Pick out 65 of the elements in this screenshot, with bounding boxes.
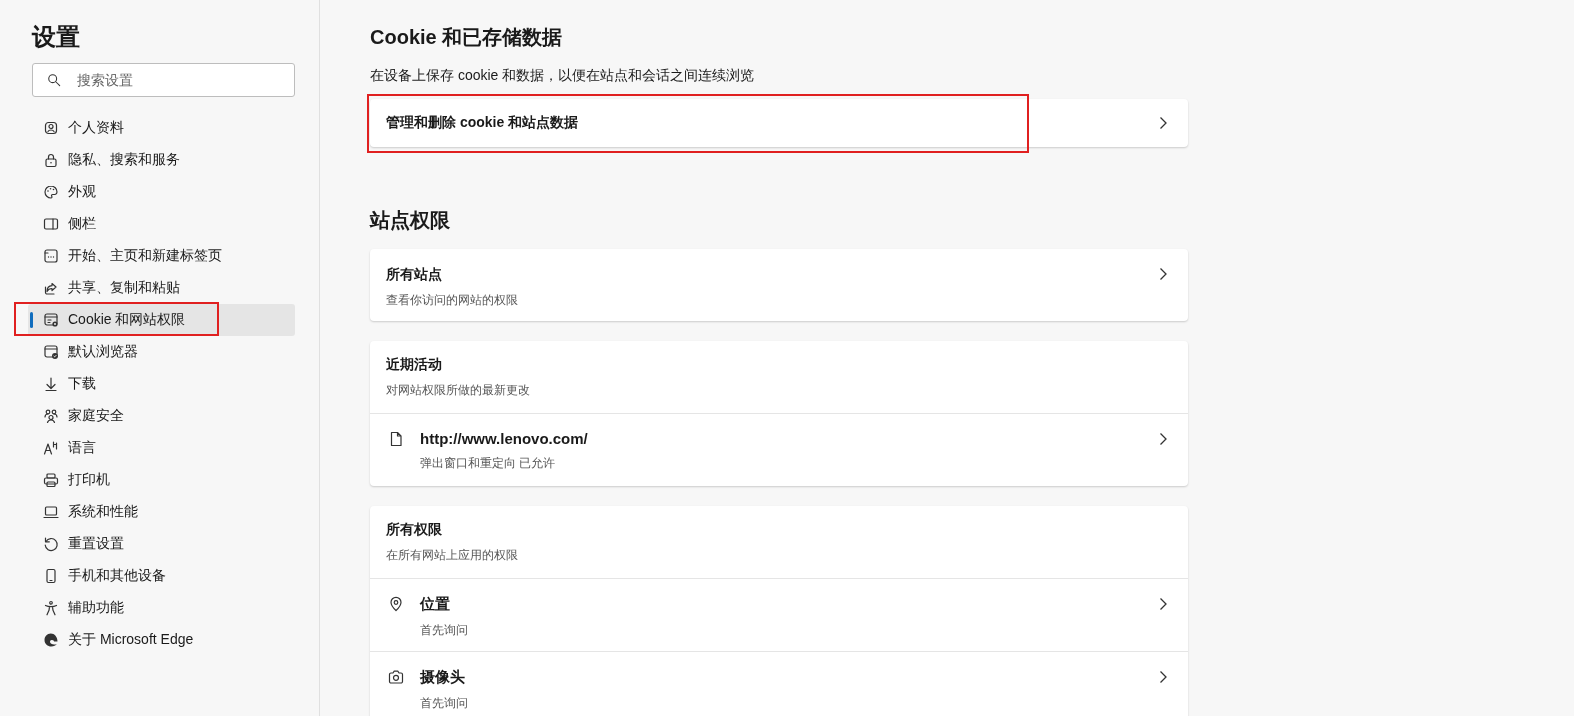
- share-icon: [43, 280, 59, 296]
- card-title: 所有权限: [386, 520, 443, 539]
- nav-item[interactable]: 打印机: [28, 464, 295, 496]
- nav-item[interactable]: 家庭安全: [28, 400, 295, 432]
- search-field[interactable]: 搜索设置: [32, 63, 295, 97]
- language-icon: [43, 440, 59, 456]
- nav-item[interactable]: 关于 Microsoft Edge: [28, 624, 295, 656]
- browser-check-icon: [43, 344, 59, 360]
- nav-item[interactable]: 系统和性能: [28, 496, 295, 528]
- section-description: 在设备上保存 cookie 和数据，以便在站点和会话之间连续浏览: [370, 67, 756, 85]
- printer-icon: [43, 472, 59, 488]
- card-subtitle: 对网站权限所做的最新更改: [386, 381, 531, 399]
- row-subtitle: 首先询问: [420, 622, 469, 639]
- manage-cookies-row[interactable]: 管理和删除 cookie 和站点数据: [370, 99, 1188, 147]
- card-title: 所有站点: [386, 266, 443, 284]
- card-subtitle: 在所有网站上应用的权限: [386, 546, 519, 564]
- page-icon: [388, 431, 404, 447]
- nav-item[interactable]: 隐私、搜索和服务: [28, 144, 295, 176]
- location-pin-icon: [388, 596, 404, 612]
- phone-icon: [43, 568, 59, 584]
- row-subtitle: 首先询问: [420, 695, 469, 712]
- download-icon: [43, 376, 59, 392]
- lock-icon: [43, 152, 59, 168]
- nav-item[interactable]: 辅助功能: [28, 592, 295, 624]
- nav-item[interactable]: 默认浏览器: [28, 336, 295, 368]
- chevron-right-icon: [1158, 267, 1168, 281]
- section-heading: 站点权限: [370, 208, 451, 233]
- reset-icon: [43, 536, 59, 552]
- nav-item[interactable]: 个人资料: [28, 112, 295, 144]
- profile-icon: [43, 120, 59, 136]
- chevron-right-icon: [1158, 670, 1168, 684]
- row-title: 位置: [420, 595, 451, 614]
- permission-row[interactable]: 摄像头 首先询问: [370, 651, 1188, 716]
- row-title: http://www.lenovo.com/: [420, 430, 589, 447]
- permission-row[interactable]: 位置 首先询问: [370, 578, 1188, 651]
- new-tab-icon: [43, 248, 59, 264]
- nav-item[interactable]: 语言: [28, 432, 295, 464]
- nav-item[interactable]: 共享、复制和粘贴: [28, 272, 295, 304]
- row-title: 摄像头: [420, 668, 466, 687]
- family-icon: [43, 408, 59, 424]
- palette-icon: [43, 184, 59, 200]
- card-title: 近期活动: [386, 355, 443, 374]
- nav-item[interactable]: 重置设置: [28, 528, 295, 560]
- accessibility-icon: [43, 600, 59, 616]
- edge-logo-icon: [43, 632, 59, 648]
- card-subtitle: 查看你访问的网站的权限: [386, 292, 519, 309]
- nav-item[interactable]: 侧栏: [28, 208, 295, 240]
- section-heading: Cookie 和已存储数据: [370, 25, 564, 50]
- nav-item[interactable]: Cookie 和网站权限: [28, 304, 295, 336]
- nav-item[interactable]: 手机和其他设备: [28, 560, 295, 592]
- nav-item[interactable]: 外观: [28, 176, 295, 208]
- laptop-icon: [43, 504, 59, 520]
- camera-icon: [388, 669, 404, 685]
- all-sites-row[interactable]: 所有站点 查看你访问的网站的权限: [370, 249, 1188, 321]
- sidebar-icon: [43, 216, 59, 232]
- chevron-right-icon: [1158, 432, 1168, 446]
- nav-item[interactable]: 下载: [28, 368, 295, 400]
- chevron-right-icon: [1158, 597, 1168, 611]
- settings-title: 设置: [32, 22, 81, 52]
- chevron-right-icon: [1158, 116, 1168, 130]
- permission-row[interactable]: http://www.lenovo.com/ 弹出窗口和重定向 已允许: [370, 413, 1188, 486]
- search-icon: [47, 73, 61, 87]
- nav-item[interactable]: 开始、主页和新建标签页: [28, 240, 295, 272]
- cookie-settings-icon: [43, 312, 59, 328]
- row-subtitle: 弹出窗口和重定向 已允许: [420, 455, 557, 472]
